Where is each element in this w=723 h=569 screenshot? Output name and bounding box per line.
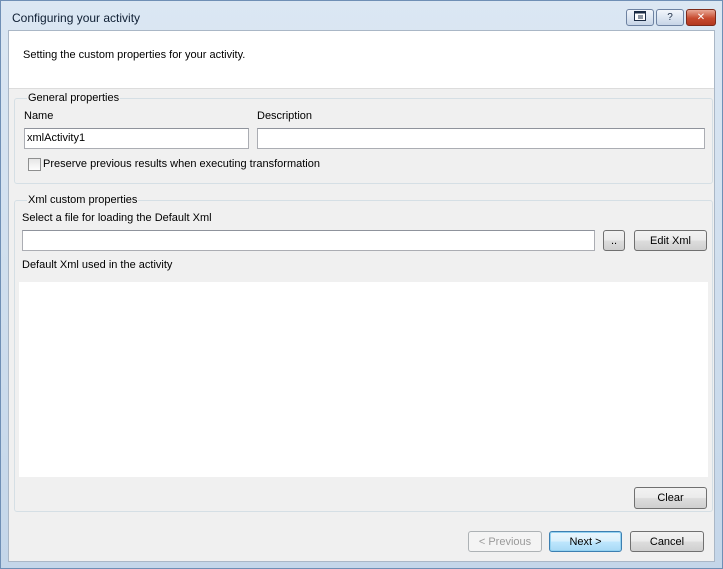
header-panel: Setting the custom properties for your a… bbox=[9, 31, 714, 89]
edit-xml-button[interactable]: Edit Xml bbox=[634, 230, 707, 251]
general-properties-group: General properties Name xmlActivity1 Des… bbox=[14, 92, 713, 184]
browse-file-button[interactable]: .. bbox=[603, 230, 625, 251]
edit-xml-label: Edit Xml bbox=[650, 234, 691, 247]
xml-file-path-input[interactable] bbox=[22, 230, 595, 251]
clear-button[interactable]: Clear bbox=[634, 487, 707, 509]
restore-icon bbox=[634, 11, 646, 24]
default-xml-label: Default Xml used in the activity bbox=[22, 259, 173, 271]
select-file-label: Select a file for loading the Default Xm… bbox=[22, 212, 212, 224]
dialog-window: Configuring your activity ? ✕ Setting th… bbox=[0, 0, 723, 569]
general-properties-title: General properties bbox=[27, 92, 121, 104]
description-label: Description bbox=[257, 110, 313, 122]
browse-file-label: .. bbox=[610, 234, 618, 247]
name-label: Name bbox=[24, 110, 54, 122]
previous-button[interactable]: < Previous bbox=[468, 531, 542, 552]
clear-label: Clear bbox=[657, 492, 684, 504]
previous-label: < Previous bbox=[478, 535, 532, 548]
cancel-label: Cancel bbox=[649, 535, 685, 548]
xml-custom-properties-group: Xml custom properties Select a file for … bbox=[14, 194, 713, 512]
description-input[interactable] bbox=[257, 128, 705, 149]
next-button[interactable]: Next > bbox=[549, 531, 622, 552]
help-button[interactable]: ? bbox=[656, 9, 684, 26]
xml-custom-properties-title: Xml custom properties bbox=[27, 194, 139, 206]
next-label: Next > bbox=[569, 535, 602, 548]
title-bar[interactable]: Configuring your activity ? ✕ bbox=[1, 1, 722, 31]
dialog-client-area: Setting the custom properties for your a… bbox=[8, 30, 715, 562]
restore-button[interactable] bbox=[626, 9, 654, 26]
header-text: Setting the custom properties for your a… bbox=[23, 49, 246, 61]
window-title: Configuring your activity bbox=[12, 11, 141, 25]
name-input[interactable]: xmlActivity1 bbox=[24, 128, 249, 149]
preserve-results-label[interactable]: Preserve previous results when executing… bbox=[43, 158, 320, 170]
title-bar-buttons: ? ✕ bbox=[626, 9, 716, 26]
help-icon: ? bbox=[667, 12, 673, 23]
close-button[interactable]: ✕ bbox=[686, 9, 716, 26]
preserve-results-checkbox[interactable] bbox=[28, 158, 41, 171]
cancel-button[interactable]: Cancel bbox=[630, 531, 704, 552]
close-icon: ✕ bbox=[696, 12, 706, 23]
default-xml-textarea[interactable] bbox=[19, 282, 708, 477]
